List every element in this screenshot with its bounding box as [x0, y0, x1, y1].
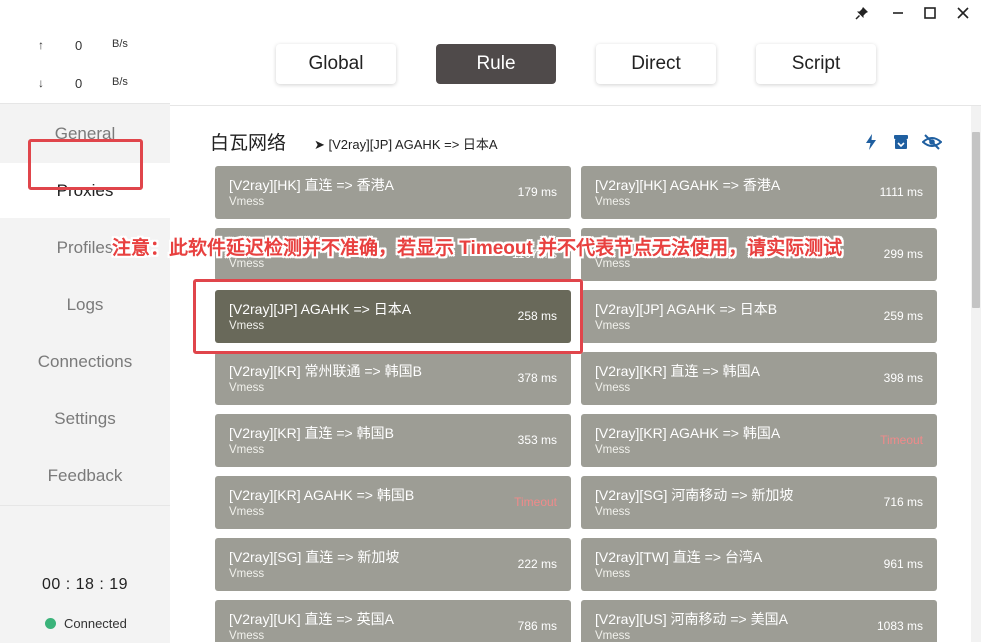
proxy-card[interactable]: [V2ray][KR] 常州联通 => 韩国B Vmess 378 ms: [215, 352, 571, 405]
proxy-type: Vmess: [229, 444, 265, 456]
proxy-delay[interactable]: 961 ms: [884, 557, 923, 571]
proxy-delay[interactable]: 222 ms: [518, 557, 557, 571]
upload-speed: ↑ 0 B/s: [0, 38, 170, 58]
upload-unit: B/s: [112, 38, 128, 50]
proxy-type: Vmess: [229, 568, 265, 580]
mode-bar: Global Rule Direct Script: [170, 25, 981, 106]
proxy-name: [V2ray][US] 河南移动 => 美国A: [595, 611, 788, 627]
proxy-delay[interactable]: 398 ms: [884, 371, 923, 385]
proxy-card[interactable]: [V2ray][UK] 直连 => 英国A Vmess 786 ms: [215, 600, 571, 642]
traffic-panel: ↑ 0 B/s ↓ 0 B/s: [0, 25, 170, 104]
sidebar-item-settings[interactable]: Settings: [0, 391, 170, 446]
proxy-name: [V2ray][HK] AGAHK => 香港A: [595, 177, 781, 193]
scrollbar[interactable]: [971, 106, 981, 642]
proxy-delay[interactable]: 716 ms: [884, 495, 923, 509]
download-value: 0: [75, 76, 83, 91]
proxy-card[interactable]: [V2ray][TW] 直连 => 台湾A Vmess 961 ms: [581, 538, 937, 591]
download-speed: ↓ 0 B/s: [0, 76, 170, 96]
proxy-card[interactable]: [V2ray][HK] 直连 => 香港A Vmess 179 ms: [215, 166, 571, 219]
proxy-name: [V2ray][KR] AGAHK => 韩国A: [595, 425, 781, 441]
proxy-delay[interactable]: 1111 ms: [880, 185, 923, 199]
download-arrow-icon: ↓: [38, 76, 44, 90]
close-icon[interactable]: [953, 3, 973, 23]
proxy-name: [V2ray][KR] 常州联通 => 韩国B: [229, 363, 422, 379]
mode-global-button[interactable]: Global: [276, 44, 396, 84]
sidebar-item-connections[interactable]: Connections: [0, 334, 170, 389]
proxy-type: Vmess: [595, 630, 631, 642]
proxy-type: Vmess: [229, 382, 265, 394]
sidebar-item-feedback[interactable]: Feedback: [0, 448, 170, 503]
proxy-group-selected: ➤ [V2ray][JP] AGAHK => 日本A: [314, 137, 498, 152]
proxy-delay[interactable]: Timeout: [880, 433, 923, 447]
scrollbar-thumb[interactable]: [972, 132, 980, 308]
proxy-delay[interactable]: 1083 ms: [877, 619, 923, 633]
connection-status: Connected: [45, 616, 127, 631]
proxy-card[interactable]: [V2ray][KR] AGAHK => 韩国B Vmess Timeout: [215, 476, 571, 529]
proxy-type: Vmess: [595, 444, 631, 456]
mode-direct-button[interactable]: Direct: [596, 44, 716, 84]
sidebar-footer: 00 : 18 : 19 Connected: [0, 505, 170, 643]
upload-arrow-icon: ↑: [38, 38, 44, 52]
proxy-type: Vmess: [595, 568, 631, 580]
proxy-delay[interactable]: Timeout: [514, 495, 557, 509]
proxy-delay[interactable]: 786 ms: [518, 619, 557, 633]
selected-proxy-highlight-box: [193, 279, 583, 354]
proxy-name: [V2ray][SG] 直连 => 新加坡: [229, 549, 400, 565]
proxy-delay[interactable]: 299 ms: [884, 247, 923, 261]
proxy-delay[interactable]: 179 ms: [518, 185, 557, 199]
proxy-type: Vmess: [595, 382, 631, 394]
proxy-name: [V2ray][KR] 直连 => 韩国A: [595, 363, 760, 379]
proxy-card[interactable]: [V2ray][KR] AGAHK => 韩国A Vmess Timeout: [581, 414, 937, 467]
proxy-card[interactable]: [V2ray][SG] 河南移动 => 新加坡 Vmess 716 ms: [581, 476, 937, 529]
proxy-group-title: 白瓦网络: [210, 133, 287, 154]
proxy-card[interactable]: [V2ray][HK] AGAHK => 香港A Vmess 1111 ms: [581, 166, 937, 219]
proxy-delay[interactable]: 378 ms: [518, 371, 557, 385]
download-unit: B/s: [112, 76, 128, 88]
mode-rule-button[interactable]: Rule: [436, 44, 556, 84]
upload-value: 0: [75, 38, 83, 53]
proxy-card[interactable]: [V2ray][KR] 直连 => 韩国B Vmess 353 ms: [215, 414, 571, 467]
proxy-card[interactable]: [V2ray][US] 河南移动 => 美国A Vmess 1083 ms: [581, 600, 937, 642]
proxy-type: Vmess: [595, 320, 631, 332]
archive-icon[interactable]: [892, 133, 910, 151]
proxy-name: [V2ray][UK] 直连 => 英国A: [229, 611, 394, 627]
sidebar-item-logs[interactable]: Logs: [0, 277, 170, 332]
timeout-notice: 注意：此软件延迟检测并不准确，若显示 Timeout 并不代表节点无法使用，请实…: [112, 238, 843, 259]
proxy-name: [V2ray][JP] AGAHK => 日本B: [595, 301, 778, 317]
proxies-content: 白瓦网络 ➤ [V2ray][JP] AGAHK => 日本A [V2ray][…: [170, 106, 970, 642]
title-bar: [0, 0, 981, 25]
lightning-icon[interactable]: [862, 133, 880, 151]
pin-icon[interactable]: [852, 3, 872, 23]
proxy-card[interactable]: [V2ray][SG] 直连 => 新加坡 Vmess 222 ms: [215, 538, 571, 591]
proxy-name: [V2ray][KR] AGAHK => 韩国B: [229, 487, 415, 503]
proxy-type: Vmess: [595, 196, 631, 208]
uptime-timer: 00 : 18 : 19: [41, 576, 129, 593]
proxy-card[interactable]: [V2ray][KR] 直连 => 韩国A Vmess 398 ms: [581, 352, 937, 405]
proxy-card[interactable]: [V2ray][JP] AGAHK => 日本B Vmess 259 ms: [581, 290, 937, 343]
proxy-name: [V2ray][KR] 直连 => 韩国B: [229, 425, 394, 441]
proxy-delay[interactable]: 353 ms: [518, 433, 557, 447]
sidebar: ↑ 0 B/s ↓ 0 B/s General Proxies Profiles…: [0, 25, 170, 643]
minimize-icon[interactable]: [888, 3, 908, 23]
proxy-name: [V2ray][TW] 直连 => 台湾A: [595, 549, 763, 565]
proxies-highlight-box: [28, 139, 143, 190]
proxy-type: Vmess: [229, 630, 265, 642]
maximize-icon[interactable]: [920, 3, 940, 23]
proxy-delay[interactable]: 259 ms: [884, 309, 923, 323]
proxy-type: Vmess: [595, 506, 631, 518]
proxy-name: [V2ray][SG] 河南移动 => 新加坡: [595, 487, 794, 503]
proxy-type: Vmess: [229, 196, 265, 208]
proxy-name: [V2ray][HK] 直连 => 香港A: [229, 177, 394, 193]
status-dot-icon: [45, 618, 56, 629]
mode-script-button[interactable]: Script: [756, 44, 876, 84]
connection-status-label: Connected: [64, 616, 127, 631]
eye-off-icon[interactable]: [921, 133, 943, 151]
proxy-type: Vmess: [229, 506, 265, 518]
